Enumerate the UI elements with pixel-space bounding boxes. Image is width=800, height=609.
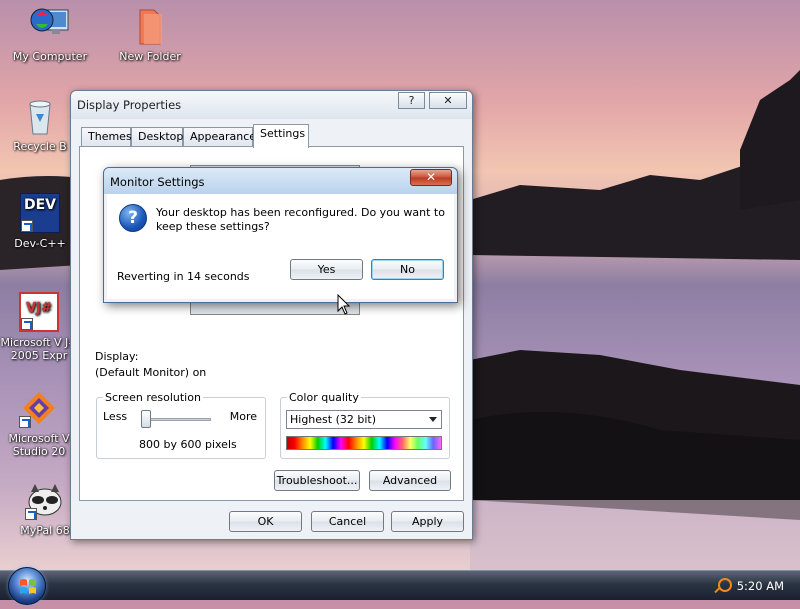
- chevron-down-icon: [429, 417, 437, 422]
- shortcut-arrow-icon: [21, 220, 33, 232]
- visual-studio-icon: [19, 388, 59, 428]
- computer-icon: [30, 6, 70, 46]
- cancel-button[interactable]: Cancel: [311, 511, 384, 532]
- apply-button[interactable]: Apply: [391, 511, 464, 532]
- color-quality-value: Highest (32 bit): [290, 413, 377, 426]
- desktop-icon-vj-sharp[interactable]: VJ# Microsoft V J# 2005 Expr: [0, 292, 78, 362]
- color-quality-preview-bar: [286, 436, 442, 450]
- shortcut-arrow-icon: [19, 416, 31, 428]
- close-button[interactable]: ✕: [429, 92, 467, 109]
- windows-logo-icon: [20, 579, 36, 594]
- help-button[interactable]: ?: [398, 92, 425, 109]
- tab-settings[interactable]: Settings: [253, 124, 309, 148]
- countdown-text: Reverting in 14 seconds: [117, 270, 250, 283]
- dev-cpp-icon: DEV: [20, 193, 60, 233]
- desktop-icon-dev-cpp[interactable]: DEV Dev-C++: [0, 193, 80, 250]
- dialog-title-bar[interactable]: Monitor Settings ✕: [104, 168, 457, 194]
- mypal-raccoon-icon: [25, 480, 65, 520]
- monitor-settings-dialog: Monitor Settings ✕ ? Your desktop has be…: [103, 167, 458, 303]
- shortcut-arrow-icon: [25, 508, 37, 520]
- dialog-body: ? Your desktop has been reconfigured. Do…: [107, 194, 454, 299]
- vj-sharp-icon: VJ#: [19, 292, 59, 332]
- display-label: Display:: [95, 350, 139, 363]
- desktop-icon-label: My Computer: [12, 50, 88, 63]
- desktop-icon-visual-studio[interactable]: Microsoft V Studio 20: [0, 388, 78, 458]
- display-value: (Default Monitor) on: [95, 366, 207, 379]
- advanced-button[interactable]: Advanced: [369, 470, 451, 491]
- ok-button[interactable]: OK: [229, 511, 302, 532]
- color-quality-legend: Color quality: [287, 391, 361, 404]
- dialog-title: Monitor Settings: [110, 175, 205, 189]
- resolution-value: 800 by 600 pixels: [139, 438, 237, 451]
- vj-sharp-badge: VJ#: [26, 301, 52, 316]
- start-button[interactable]: [8, 567, 46, 605]
- dev-cpp-badge: DEV: [23, 197, 57, 213]
- search-icon[interactable]: [718, 578, 732, 592]
- window-title-bar[interactable]: Display Properties ? ✕: [71, 91, 472, 119]
- desktop-icon-label: Microsoft V Studio 20: [8, 432, 70, 458]
- resolution-slider-track: [141, 418, 211, 421]
- taskbar: 5:20 AM: [0, 567, 800, 605]
- dialog-message: Your desktop has been reconfigured. Do y…: [156, 206, 445, 233]
- yes-button[interactable]: Yes: [290, 259, 363, 280]
- resolution-less-label: Less: [103, 410, 128, 423]
- screen-resolution-group: Screen resolution Less More 800 by 600 p…: [96, 391, 266, 459]
- desktop-icon-my-computer[interactable]: My Computer: [5, 6, 95, 63]
- tab-themes[interactable]: Themes: [81, 127, 132, 147]
- resolution-slider-thumb[interactable]: [141, 410, 151, 428]
- color-quality-select[interactable]: Highest (32 bit): [286, 410, 442, 429]
- desktop-icon-label: Dev-C++: [14, 237, 66, 250]
- desktop-icon-label: New Folder: [119, 50, 181, 63]
- mouse-cursor-icon: [337, 294, 351, 315]
- tab-desktop[interactable]: Desktop: [131, 127, 183, 147]
- troubleshoot-button[interactable]: Troubleshoot...: [274, 470, 360, 491]
- recycle-bin-icon: [20, 96, 60, 136]
- screen-resolution-legend: Screen resolution: [103, 391, 203, 404]
- shortcut-arrow-icon: [21, 318, 33, 330]
- desktop-icon-recycle-bin[interactable]: Recycle B: [0, 96, 80, 153]
- display-properties-window: Display Properties ? ✕ Themes Desktop Ap…: [70, 90, 473, 540]
- tab-appearance[interactable]: Appearance: [183, 127, 256, 147]
- desktop-icon-label: Recycle B: [13, 140, 67, 153]
- dialog-close-button[interactable]: ✕: [410, 169, 452, 186]
- color-quality-group: Color quality Highest (32 bit): [280, 391, 450, 459]
- window-title: Display Properties: [77, 98, 182, 112]
- no-button[interactable]: No: [371, 259, 444, 280]
- taskbar-clock[interactable]: 5:20 AM: [737, 579, 784, 593]
- resolution-more-label: More: [229, 410, 257, 423]
- folder-icon: [130, 6, 170, 46]
- question-icon: ?: [119, 204, 147, 232]
- desktop-icon-label: Microsoft V J# 2005 Expr: [0, 336, 78, 362]
- desktop-icon-new-folder[interactable]: New Folder: [105, 6, 195, 63]
